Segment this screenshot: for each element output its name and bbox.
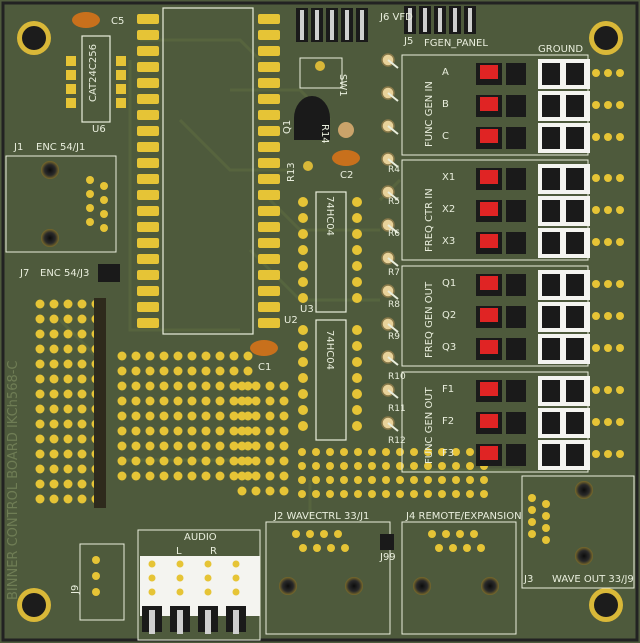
- label-r9: R9: [388, 332, 400, 342]
- label-c2: C2: [340, 170, 354, 181]
- row-label-f1: F1: [442, 384, 455, 395]
- label-audio: AUDIO: [184, 532, 217, 543]
- label-r10: R10: [388, 372, 406, 382]
- label-j99: J99: [380, 552, 396, 563]
- label-c5: C5: [111, 16, 125, 27]
- label-r12: R12: [388, 436, 406, 446]
- label-u3: U3: [300, 304, 314, 315]
- group-label-3: FUNC GEN OUT: [424, 387, 435, 464]
- pcb-board-render: C5 CAT24C256 U6 J1 ENC 54/J1 J7 ENC 54/J…: [0, 0, 640, 643]
- label-j5: J5: [404, 36, 414, 47]
- label-audio-l: L: [176, 546, 182, 557]
- label-r13: R13: [286, 162, 297, 182]
- label-q1: Q1: [282, 119, 293, 134]
- label-u6: U6: [92, 124, 106, 135]
- label-u3-part: 74HC04: [324, 196, 335, 236]
- row-label-f2: F2: [442, 416, 455, 427]
- row-label-a: A: [442, 67, 449, 78]
- label-sw1: SW1: [337, 74, 348, 97]
- label-r8: R8: [388, 300, 400, 310]
- row-label-f3: F3: [442, 448, 455, 459]
- label-j4-remote: J4 REMOTE/EXPANSION: [406, 511, 522, 522]
- label-j2-wavectrl: J2 WAVECTRL 33/J1: [274, 511, 370, 522]
- label-enc54-j3: ENC 54/J3: [40, 268, 90, 279]
- row-label-c: C: [442, 131, 449, 142]
- label-u2: U2: [284, 315, 298, 326]
- label-u6-part: CAT24C256: [88, 44, 99, 102]
- label-ground: GROUND: [538, 44, 584, 55]
- row-label-x3: X3: [442, 236, 456, 247]
- label-r5: R5: [388, 197, 400, 207]
- row-label-b: B: [442, 99, 449, 110]
- label-j1: J1: [14, 142, 24, 153]
- row-label-x2: X2: [442, 204, 456, 215]
- label-j3: J3: [524, 574, 534, 585]
- label-r7: R7: [388, 268, 400, 278]
- group-label-1: FREQ CTR IN: [424, 188, 435, 252]
- label-r14: R14: [319, 124, 330, 144]
- label-r4: R4: [388, 165, 400, 175]
- board-title: BINNER CONTROL BOARD IKCh568-C: [6, 360, 21, 600]
- group-label-0: FUNC GEN IN: [424, 81, 435, 147]
- label-fgen-panel: FGEN_PANEL: [424, 38, 488, 49]
- label-j7: J7: [20, 268, 30, 279]
- label-c1: C1: [258, 362, 272, 373]
- label-r11: R11: [388, 404, 406, 414]
- label-u3b-part: 74HC04: [324, 330, 335, 370]
- row-label-q1: Q1: [442, 278, 457, 289]
- row-label-q2: Q2: [442, 310, 457, 321]
- label-wave-out: WAVE OUT 33/J9: [552, 574, 634, 585]
- group-label-2: FREQ GEN OUT: [424, 281, 435, 358]
- row-label-x1: X1: [442, 172, 456, 183]
- label-j6-vfd: J6 VFD: [380, 12, 413, 23]
- label-r6: R6: [388, 229, 400, 239]
- label-audio-r: R: [210, 546, 217, 557]
- label-j9: J9: [70, 584, 81, 594]
- label-enc54-j1: ENC 54/J1: [36, 142, 86, 153]
- row-label-q3: Q3: [442, 342, 457, 353]
